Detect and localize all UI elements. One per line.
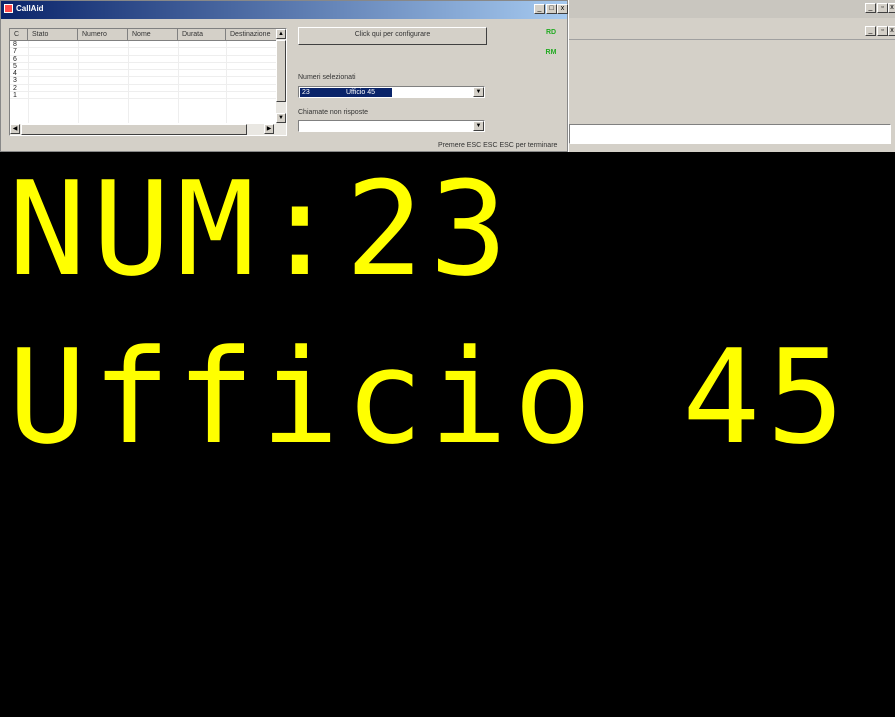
chiamate-label: Chiamate non risposte bbox=[298, 109, 369, 116]
scroll-left-icon[interactable]: ◀ bbox=[10, 124, 20, 134]
chevron-down-icon[interactable]: ▼ bbox=[473, 87, 484, 97]
chiamate-combobox[interactable]: ▼ bbox=[298, 120, 485, 132]
window-title: CallAid bbox=[16, 4, 44, 13]
background-window: _ ▫ x _ ▫ x bbox=[568, 0, 895, 152]
horizontal-scrollbar[interactable]: ◀ ▶ bbox=[10, 124, 286, 135]
column-numero[interactable]: Numero bbox=[78, 29, 128, 41]
restore-icon[interactable]: ▫ bbox=[877, 3, 888, 13]
close-button[interactable]: x bbox=[557, 4, 568, 14]
display-number: NUM:23 bbox=[8, 153, 514, 305]
table-row[interactable]: 5 bbox=[10, 63, 278, 71]
background-input[interactable] bbox=[569, 124, 891, 144]
calls-list[interactable]: C Stato Numero Nome Durata Destinazione … bbox=[9, 28, 287, 136]
footer-hint: Premere ESC ESC ESC per terminare bbox=[438, 142, 558, 149]
numeri-combobox[interactable]: 23 Ufficio 45 ▼ bbox=[298, 86, 485, 98]
list-header: C Stato Numero Nome Durata Destinazione bbox=[10, 29, 278, 41]
vertical-scrollbar[interactable]: ▲ ▼ bbox=[276, 29, 286, 125]
minimize-icon[interactable]: _ bbox=[865, 3, 876, 13]
table-row[interactable]: 4 bbox=[10, 70, 278, 78]
table-row[interactable]: 7 bbox=[10, 48, 278, 56]
minimize-icon[interactable]: _ bbox=[865, 26, 876, 36]
scroll-right-icon[interactable]: ▶ bbox=[264, 124, 274, 134]
background-menubar: _ ▫ x bbox=[569, 19, 895, 40]
vertical-scroll-thumb[interactable] bbox=[276, 40, 286, 102]
callaid-window: CallAid _ □ x C Stato Numero Nome Durata… bbox=[0, 0, 568, 152]
close-icon[interactable]: x bbox=[888, 26, 895, 36]
table-row[interactable]: 3 bbox=[10, 77, 278, 85]
selected-name: Ufficio 45 bbox=[346, 89, 376, 96]
scroll-up-icon[interactable]: ▲ bbox=[276, 29, 286, 39]
column-destinazione[interactable]: Destinazione bbox=[226, 29, 278, 41]
background-title-bar[interactable]: _ ▫ x bbox=[569, 0, 895, 18]
table-row[interactable]: 2 bbox=[10, 85, 278, 93]
app-icon bbox=[4, 4, 13, 13]
chevron-down-icon[interactable]: ▼ bbox=[473, 121, 484, 131]
caller-display: NUM:23 Ufficio 45 bbox=[0, 152, 895, 717]
scroll-down-icon[interactable]: ▼ bbox=[276, 113, 286, 123]
minimize-button[interactable]: _ bbox=[534, 4, 545, 14]
restore-icon[interactable]: ▫ bbox=[877, 26, 888, 36]
column-nome[interactable]: Nome bbox=[128, 29, 178, 41]
column-stato[interactable]: Stato bbox=[28, 29, 78, 41]
table-row[interactable]: 1 bbox=[10, 92, 278, 100]
configure-button[interactable]: Click qui per configurare bbox=[298, 27, 487, 45]
column-durata[interactable]: Durata bbox=[178, 29, 226, 41]
selected-number: 23 bbox=[302, 89, 310, 96]
numeri-selected: 23 Ufficio 45 bbox=[300, 88, 392, 97]
rm-indicator: RM bbox=[541, 47, 561, 58]
table-row[interactable]: 6 bbox=[10, 56, 278, 63]
horizontal-scroll-thumb[interactable] bbox=[21, 124, 247, 135]
column-c[interactable]: C bbox=[10, 29, 28, 41]
maximize-button[interactable]: □ bbox=[546, 4, 557, 14]
numeri-label: Numeri selezionati bbox=[298, 74, 356, 81]
rd-indicator: RD bbox=[541, 27, 561, 38]
close-icon[interactable]: x bbox=[888, 3, 895, 13]
table-row[interactable]: 8 bbox=[10, 41, 278, 49]
title-bar[interactable]: CallAid _ □ x bbox=[1, 1, 568, 19]
display-name: Ufficio 45 bbox=[8, 321, 851, 473]
